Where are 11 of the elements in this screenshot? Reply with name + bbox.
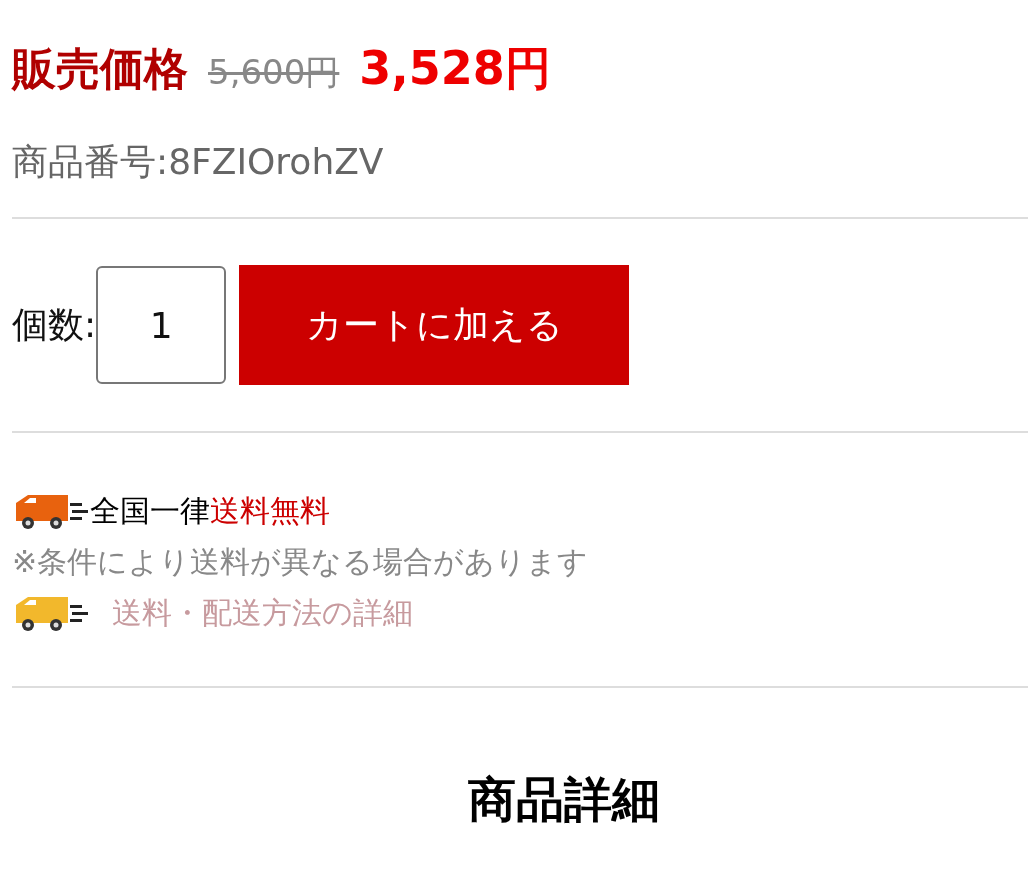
section-heading: 商品詳細 [468,771,660,827]
price-label: 販売価格 [12,42,188,96]
free-shipping-text: 送料無料 [210,492,330,530]
shipping-prefix: 全国一律 [90,492,210,530]
product-number: 商品番号:8FZIOrohZV [12,140,384,184]
add-to-cart-button[interactable]: カートに加える [239,265,630,385]
quantity-field[interactable]: 1 [96,266,227,384]
original-price: 5,600円 [208,51,340,94]
shipping-note: ※条件により送料が異なる場合があります [12,543,589,581]
quantity-label: 個数: [12,302,97,347]
sale-price: 3,528円 [359,40,551,97]
